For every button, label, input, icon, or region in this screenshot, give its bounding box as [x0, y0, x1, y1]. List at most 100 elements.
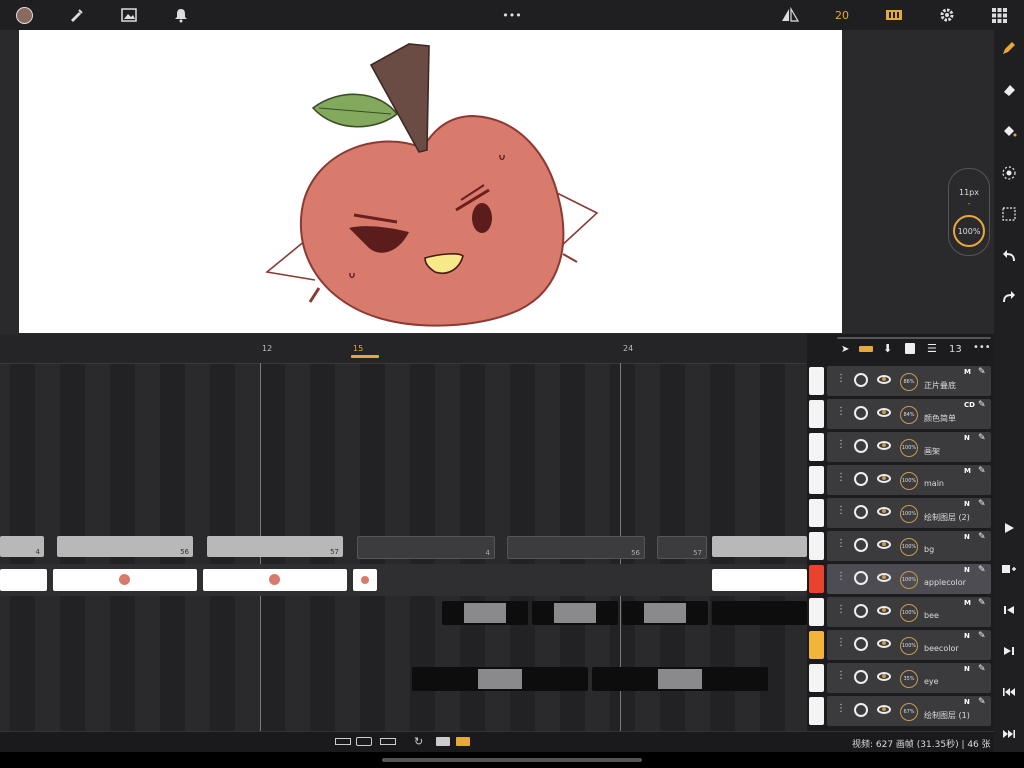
timeline-cell[interactable] [353, 569, 377, 591]
layer-menu-icon[interactable]: ⋮ [836, 406, 846, 417]
onion-skin-icon[interactable] [854, 604, 868, 618]
layer-menu-icon[interactable]: ⋮ [836, 505, 846, 516]
layer-color-tag[interactable] [809, 664, 824, 692]
onion-skin-icon[interactable] [854, 670, 868, 684]
edit-pencil-icon[interactable]: ✎ [978, 697, 986, 707]
timeline-zoom-icon[interactable] [335, 738, 351, 745]
timeline-cell[interactable] [412, 667, 588, 691]
layer-menu-icon[interactable]: ⋮ [836, 637, 846, 648]
layer-row[interactable]: ⋮ 100% 画架 N ✎ [807, 431, 992, 462]
timeline-fit-icon[interactable] [380, 738, 396, 745]
brush-tool-button[interactable] [62, 0, 90, 30]
layer-color-tag[interactable] [809, 598, 824, 626]
onion-skin-icon[interactable] [854, 637, 868, 651]
layer-menu-icon[interactable]: ⋮ [836, 670, 846, 681]
visibility-eye-icon[interactable] [877, 672, 891, 681]
layer-row[interactable]: ⋮ 35% eye N ✎ [807, 662, 992, 693]
layer-opacity[interactable]: 35% [900, 670, 918, 688]
layer-color-tag[interactable] [809, 400, 824, 428]
timeline-cell[interactable] [532, 601, 618, 625]
blend-mode-label[interactable]: CD [964, 401, 975, 409]
layer-opacity[interactable]: 100% [900, 637, 918, 655]
eraser-tool-button[interactable] [994, 75, 1024, 105]
timeline-cell[interactable]: 4 [357, 536, 495, 559]
onion-skin-icon[interactable] [854, 472, 868, 486]
layer-menu-icon[interactable]: ⋮ [836, 373, 846, 384]
visibility-eye-icon[interactable] [877, 705, 891, 714]
layer-row[interactable]: ⋮ 67% 绘制图层 (1) N ✎ [807, 695, 992, 726]
layer-color-tag[interactable] [809, 697, 824, 725]
timeline-cell[interactable]: 57 [207, 536, 343, 557]
edit-pencil-icon[interactable]: ✎ [978, 598, 986, 608]
layer-row[interactable]: ⋮ 86% 正片叠底 M ✎ [807, 365, 992, 396]
notification-button[interactable] [167, 0, 195, 30]
redo-button[interactable] [994, 282, 1024, 312]
edit-pencil-icon[interactable]: ✎ [978, 400, 986, 410]
onion-skin-icon[interactable] [854, 406, 868, 420]
edit-pencil-icon[interactable]: ✎ [978, 532, 986, 542]
cursor-icon[interactable]: ➤ [841, 344, 849, 355]
pencil-tool-button[interactable] [994, 33, 1024, 63]
edit-pencil-icon[interactable]: ✎ [978, 499, 986, 509]
visibility-eye-icon[interactable] [877, 474, 891, 483]
layer-opacity[interactable]: 100% [900, 505, 918, 523]
layer-opacity[interactable]: 100% [900, 571, 918, 589]
onion-skin-icon[interactable] [854, 538, 868, 552]
layer-menu-icon[interactable]: ⋮ [836, 472, 846, 483]
timeline-toggle-button[interactable] [880, 0, 908, 30]
layer-menu-icon[interactable]: ⋮ [836, 703, 846, 714]
home-indicator[interactable] [382, 758, 642, 762]
onion-range-icon[interactable] [859, 346, 873, 352]
gallery-button[interactable] [985, 0, 1013, 30]
timeline-search-icon[interactable] [356, 737, 372, 746]
image-import-button[interactable] [115, 0, 143, 30]
onion-skin-icon[interactable] [854, 505, 868, 519]
timeline-cell[interactable] [53, 569, 197, 591]
onion-skin-icon[interactable] [854, 571, 868, 585]
timeline-cell[interactable] [592, 667, 768, 691]
onion-skin-icon[interactable] [854, 439, 868, 453]
timeline-cell[interactable] [712, 569, 807, 591]
layer-menu-icon[interactable]: ⋮ [836, 571, 846, 582]
layer-opacity[interactable]: 100% [900, 604, 918, 622]
play-button[interactable] [994, 513, 1024, 543]
visibility-eye-icon[interactable] [877, 639, 891, 648]
selection-tool-button[interactable] [994, 199, 1024, 229]
layer-menu-icon[interactable]: ⋮ [836, 538, 846, 549]
timeline-cell[interactable] [0, 569, 47, 591]
timeline-cell[interactable]: 57 [657, 536, 707, 559]
previous-frame-button[interactable] [994, 595, 1024, 625]
timeline-cell[interactable]: 56 [57, 536, 193, 557]
timeline-cell[interactable]: 4 [0, 536, 44, 557]
blend-mode-label[interactable]: N [964, 434, 970, 442]
add-frame-button[interactable] [994, 554, 1024, 584]
edit-pencil-icon[interactable]: ✎ [978, 466, 986, 476]
layer-row[interactable]: ⋮ 100% 绘制图层 (2) N ✎ [807, 497, 992, 528]
frame-rate-button[interactable]: 20 [828, 0, 856, 30]
layer-color-tag[interactable] [809, 565, 824, 593]
smudge-tool-button[interactable] [994, 158, 1024, 188]
layer-opacity[interactable]: 100% [900, 472, 918, 490]
timeline-panel[interactable]: 12 15 24 4 56 57 4 56 57 [0, 334, 807, 731]
visibility-eye-icon[interactable] [877, 408, 891, 417]
layer-opacity[interactable]: 84% [900, 406, 918, 424]
timeline-cell[interactable] [622, 601, 708, 625]
layer-color-tag[interactable] [809, 499, 824, 527]
visibility-eye-icon[interactable] [877, 507, 891, 516]
edit-pencil-icon[interactable]: ✎ [978, 664, 986, 674]
blend-mode-label[interactable]: N [964, 533, 970, 541]
blend-mode-label[interactable]: N [964, 698, 970, 706]
layer-row[interactable]: ⋮ 100% bee M ✎ [807, 596, 992, 627]
fill-tool-button[interactable] [994, 116, 1024, 146]
undo-button[interactable] [994, 241, 1024, 271]
blend-mode-label[interactable]: N [964, 566, 970, 574]
blend-mode-label[interactable]: N [964, 500, 970, 508]
import-icon[interactable]: ⬇ [883, 342, 892, 355]
layer-row[interactable]: ⋮ 84% 颜色简单 CD ✎ [807, 398, 992, 429]
layer-options-icon[interactable]: ••• [973, 342, 991, 353]
timeline-cell[interactable] [712, 536, 807, 557]
canvas-area[interactable]: 11px - 100% [0, 30, 994, 334]
layer-panel[interactable]: ➤ ⬇ ☰ 13 ••• ⋮ 86% 正片叠底 M ✎ ⋮ 84% 颜色简单 CD ✎ ⋮ 100% 画… [807, 334, 994, 731]
playhead-marker[interactable] [351, 355, 379, 358]
onion-skin-icon[interactable] [854, 703, 868, 717]
